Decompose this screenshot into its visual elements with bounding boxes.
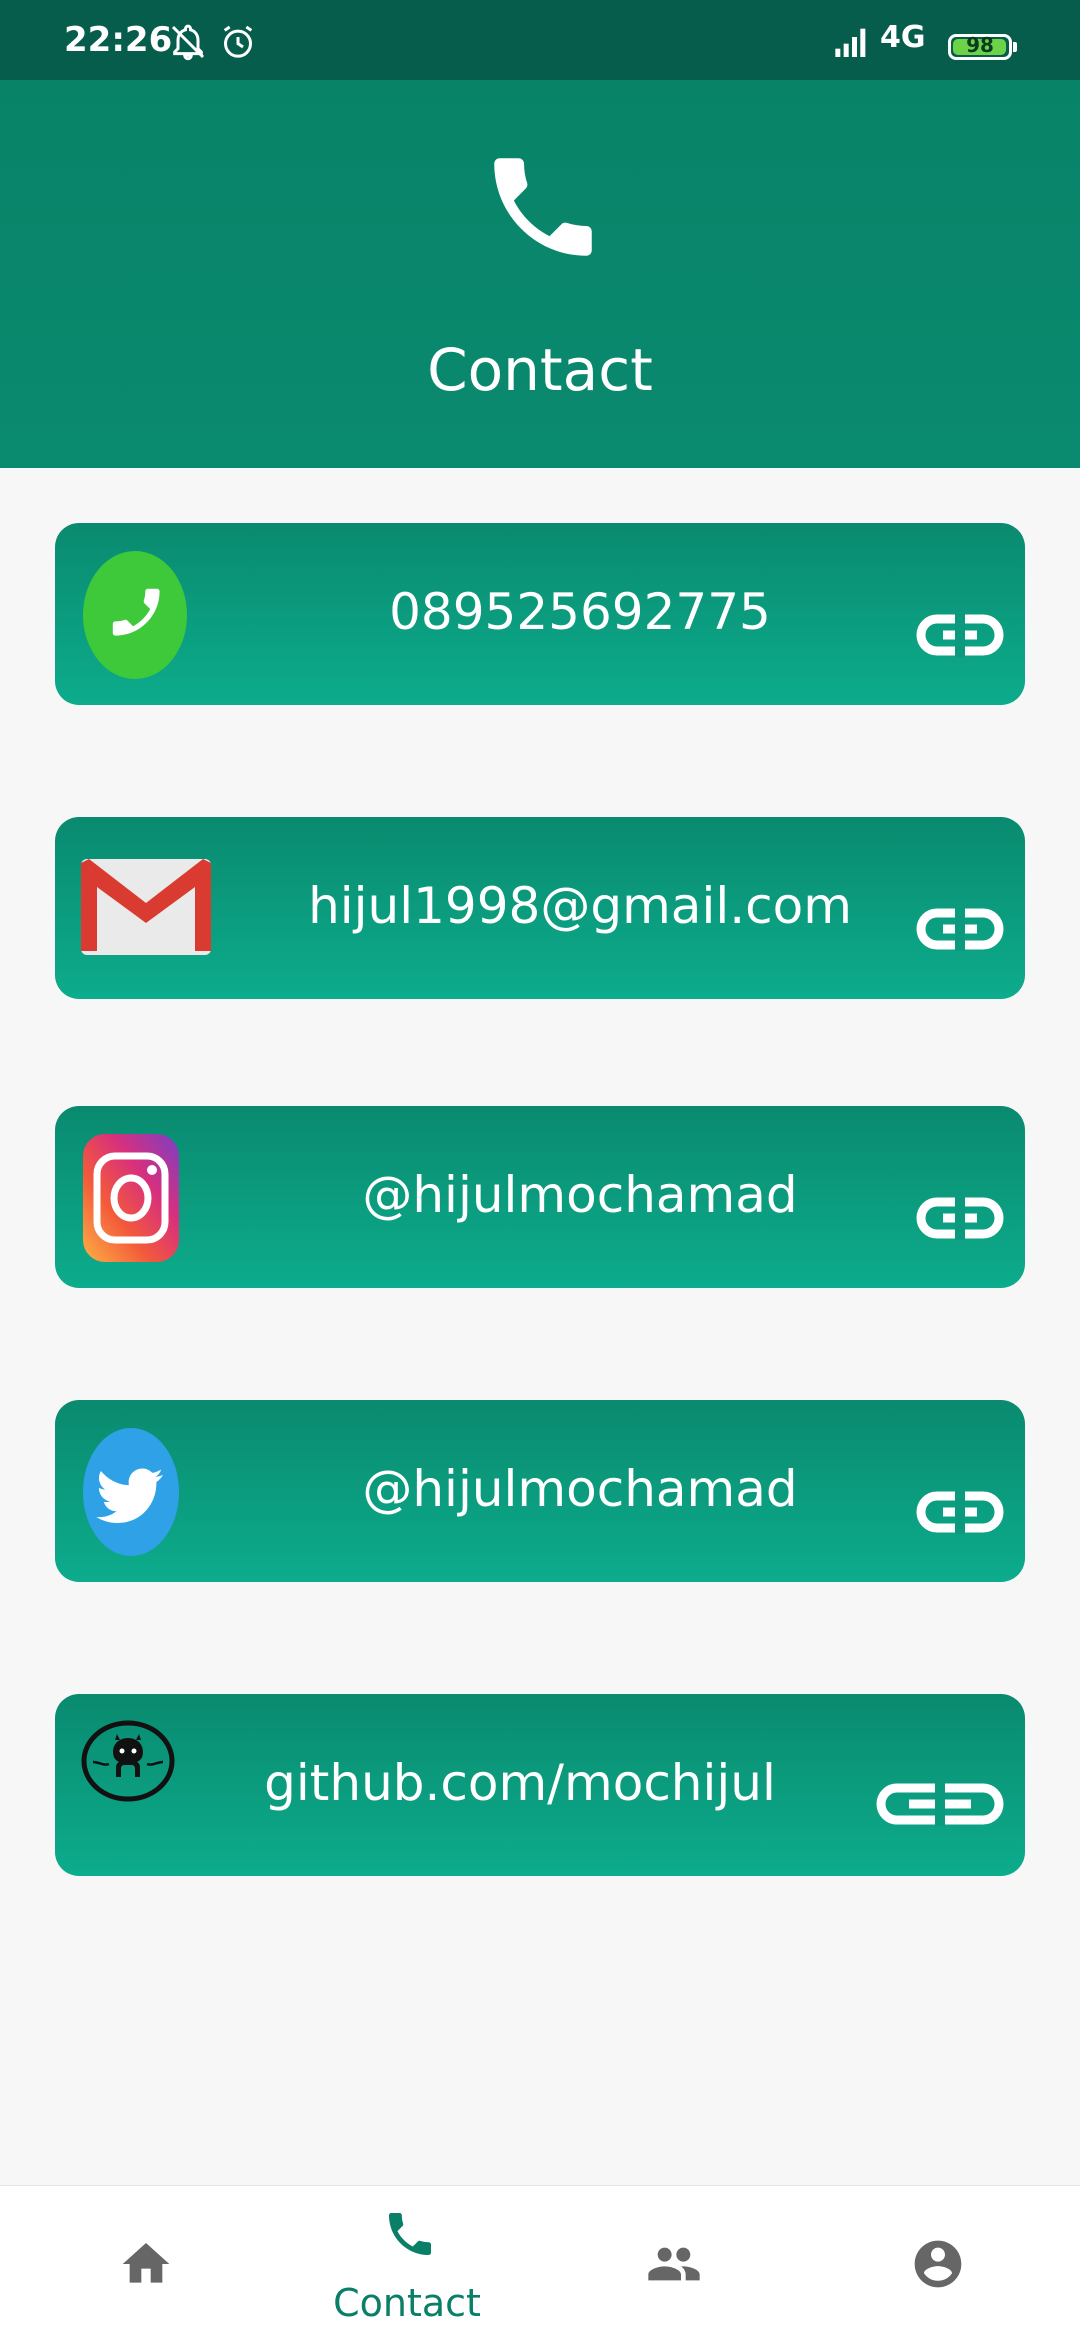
twitter-icon — [83, 1428, 179, 1556]
battery-level: 98 — [966, 33, 994, 57]
link-icon[interactable] — [915, 1188, 1005, 1248]
home-icon — [122, 2243, 170, 2283]
phone-icon — [389, 2213, 431, 2255]
link-icon[interactable] — [875, 1774, 1005, 1834]
bell-off-icon — [168, 22, 208, 62]
nav-contact-label: Contact — [333, 2281, 481, 2325]
contact-card-email[interactable]: hijul1998@gmail.com — [55, 817, 1025, 999]
contact-card-phone[interactable]: 089525692775 — [55, 523, 1025, 705]
contact-card-twitter[interactable]: @hijulmochamad — [55, 1400, 1025, 1582]
network-type: 4G — [880, 20, 926, 55]
contact-github-text: github.com/mochijul — [264, 1754, 776, 1812]
nav-contact[interactable]: Contact — [272, 2186, 542, 2341]
github-icon — [81, 1720, 175, 1802]
nav-account[interactable] — [800, 2186, 1070, 2341]
contact-email-text: hijul1998@gmail.com — [308, 877, 852, 935]
contact-instagram-text: @hijulmochamad — [362, 1166, 798, 1224]
bottom-navigation: Contact — [0, 2185, 1080, 2341]
link-icon[interactable] — [915, 605, 1005, 665]
signal-icon — [832, 22, 872, 62]
contact-card-github[interactable]: github.com/mochijul — [55, 1694, 1025, 1876]
gmail-icon — [79, 859, 213, 955]
contact-phone-text: 089525692775 — [389, 583, 771, 641]
status-time: 22:26 — [64, 20, 173, 60]
alarm-icon — [218, 22, 258, 62]
nav-home[interactable] — [8, 2186, 278, 2341]
account-icon — [914, 2240, 962, 2288]
link-icon[interactable] — [915, 899, 1005, 959]
link-icon[interactable] — [915, 1482, 1005, 1542]
contact-card-instagram[interactable]: @hijulmochamad — [55, 1106, 1025, 1288]
contact-twitter-text: @hijulmochamad — [362, 1460, 798, 1518]
phone-icon — [478, 142, 608, 272]
header: Contact — [0, 80, 1080, 468]
nav-people[interactable] — [536, 2186, 806, 2341]
page-title: Contact — [427, 336, 653, 404]
phone-green-icon — [83, 551, 187, 679]
battery-cap — [1013, 42, 1017, 52]
people-icon — [648, 2247, 700, 2281]
status-bar: 22:26 4G 98 — [0, 0, 1080, 80]
instagram-icon — [83, 1134, 179, 1262]
battery-icon: 98 — [948, 33, 1012, 60]
